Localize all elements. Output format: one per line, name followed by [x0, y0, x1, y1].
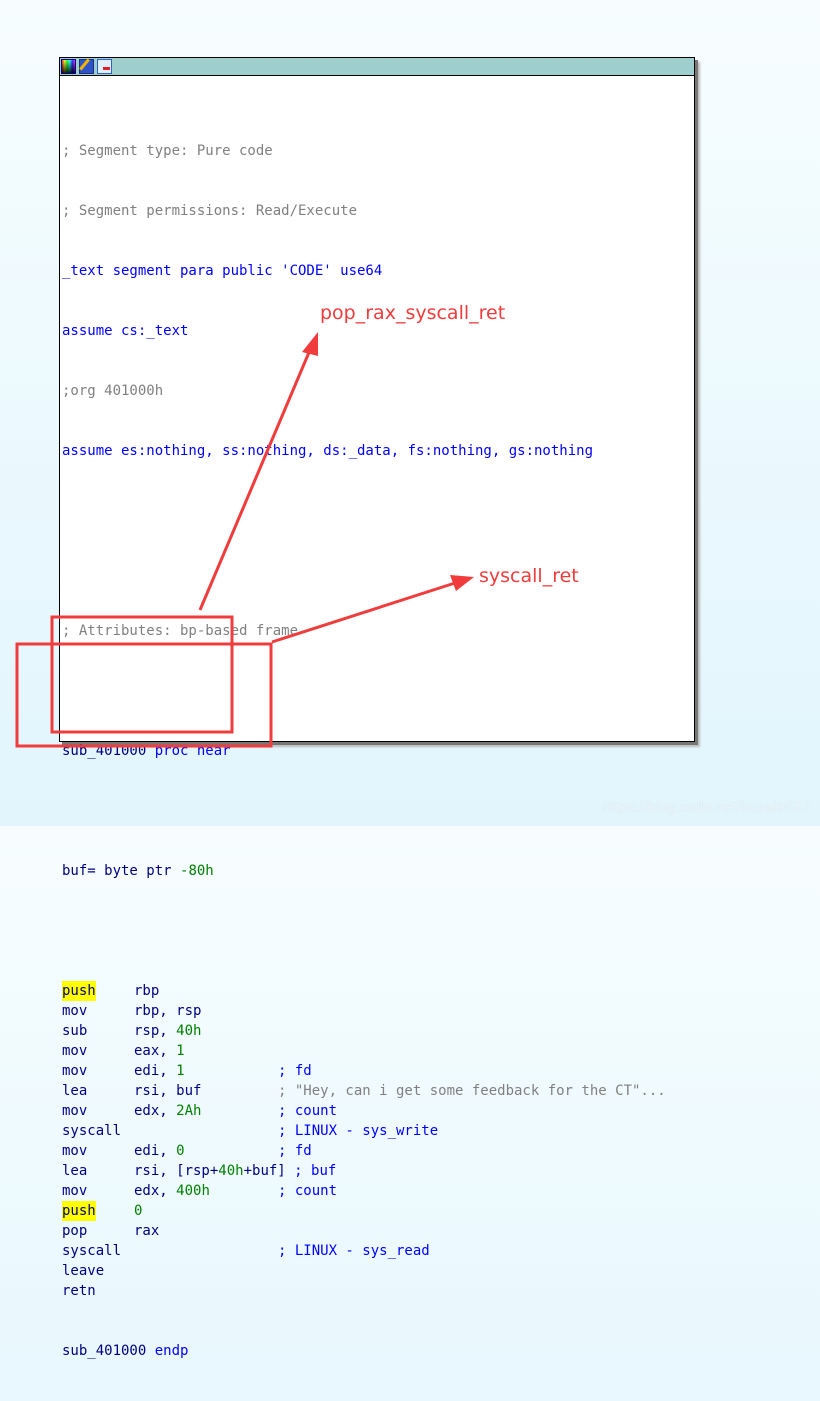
- instruction-operands: edi, 0: [134, 1141, 185, 1161]
- operand-buf: +buf]: [243, 1163, 295, 1179]
- instruction-list: push rbp mov rbp, rsp sub rsp, 40h mov eax, 1 mo…: [62, 981, 666, 1301]
- instruction-mnemonic: retn: [62, 1283, 96, 1299]
- operand-value: 0: [134, 1203, 143, 1219]
- instruction-line[interactable]: push rbp: [62, 981, 593, 1001]
- instruction-comment: ; count: [278, 1103, 338, 1119]
- instruction-mnemonic: push: [62, 1201, 96, 1221]
- instruction-comment: ; fd: [278, 1143, 312, 1159]
- instruction-mnemonic: mov: [62, 1183, 88, 1199]
- instruction-operands: eax, 1: [134, 1041, 185, 1061]
- instruction-comment: ; LINUX - sys_write: [278, 1123, 439, 1139]
- window-toolbar: [60, 58, 694, 76]
- instruction-line[interactable]: syscall ; LINUX - sys_read: [62, 1241, 593, 1261]
- segment-declaration: _text segment para public 'CODE' use64: [62, 263, 383, 279]
- operand-register: rsi, buf: [134, 1083, 202, 1099]
- instruction-mnemonic: sub: [62, 1023, 88, 1039]
- assume-cs: assume cs:_text: [62, 323, 189, 339]
- operand-register: rsp,: [134, 1023, 177, 1039]
- instruction-operands: rbp: [134, 981, 159, 1001]
- org-directive: ;org 401000h: [62, 383, 164, 399]
- instruction-mnemonic: mov: [62, 1143, 88, 1159]
- instruction-line[interactable]: leave: [62, 1261, 593, 1281]
- operand-value: 40h+buf] ; buf: [218, 1163, 336, 1179]
- instruction-operands: rsp, 40h: [134, 1021, 201, 1041]
- operand-register: edi,: [134, 1143, 177, 1159]
- operand-register: rbp, rsp: [134, 1003, 202, 1019]
- proc-end: sub_401000 endp: [62, 1343, 189, 1359]
- operand-register: eax,: [134, 1043, 177, 1059]
- instruction-mnemonic: syscall: [62, 1123, 122, 1139]
- instruction-line[interactable]: retn: [62, 1281, 593, 1301]
- operand-register: edx,: [134, 1103, 177, 1119]
- operand-register: edi,: [134, 1063, 177, 1079]
- operand-value: 400h: [176, 1183, 210, 1199]
- instruction-operands: rax: [134, 1221, 159, 1241]
- instruction-line[interactable]: mov eax, 1: [62, 1041, 593, 1061]
- instruction-mnemonic: mov: [62, 1103, 88, 1119]
- instruction-operands: edx, 2Ah: [134, 1101, 201, 1121]
- instruction-operands: rsi, buf: [134, 1081, 201, 1101]
- assume-segments: assume es:nothing, ss:nothing, ds:_data,…: [62, 443, 594, 459]
- operand-register: edx,: [134, 1183, 177, 1199]
- graph-view-icon[interactable]: [97, 59, 112, 74]
- instruction-line[interactable]: mov edi, 0 ; fd: [62, 1141, 593, 1161]
- operand-value: 1: [176, 1063, 185, 1079]
- instruction-line[interactable]: syscall ; LINUX - sys_write: [62, 1121, 593, 1141]
- instruction-comment: ; count: [278, 1183, 338, 1199]
- instruction-mnemonic: pop: [62, 1223, 88, 1239]
- watermark: https://blog.csdn.net/huzai9527: [602, 799, 810, 816]
- instruction-operands: edx, 400h: [134, 1181, 210, 1201]
- operand-offset: 40h: [218, 1163, 244, 1179]
- instruction-line[interactable]: lea rsi, [rsp+40h+buf] ; buf: [62, 1161, 593, 1181]
- disassembly-listing[interactable]: ; Segment type: Pure code ; Segment perm…: [62, 101, 666, 1401]
- segment-type-comment: ; Segment type: Pure code: [62, 143, 273, 159]
- instruction-line[interactable]: pop rax: [62, 1221, 593, 1241]
- instruction-mnemonic: lea: [62, 1163, 88, 1179]
- edit-pencil-icon[interactable]: [79, 59, 94, 74]
- instruction-operands: edi, 1: [134, 1061, 185, 1081]
- attributes-comment: ; Attributes: bp-based frame: [62, 623, 299, 639]
- operand-comment: ; buf: [294, 1163, 337, 1179]
- annotation-syscall-ret: syscall_ret: [479, 565, 579, 587]
- buf-declaration: buf= byte ptr -80h: [62, 863, 214, 879]
- instruction-mnemonic: lea: [62, 1083, 88, 1099]
- instruction-comment: ; "Hey, can i get some feedback for the …: [278, 1083, 666, 1099]
- instruction-line[interactable]: mov edi, 1 ; fd: [62, 1061, 593, 1081]
- instruction-mnemonic: leave: [62, 1263, 105, 1279]
- instruction-operands: rbp, rsp: [134, 1001, 201, 1021]
- instruction-mnemonic: mov: [62, 1043, 88, 1059]
- operand-register: rsi, [rsp+: [134, 1163, 219, 1179]
- proc-start: sub_401000 proc near: [62, 743, 231, 759]
- instruction-comment: ; LINUX - sys_read: [278, 1243, 430, 1259]
- ida-disassembly-window: ; Segment type: Pure code ; Segment perm…: [59, 57, 695, 1359]
- operand-register: rbp: [134, 983, 160, 999]
- instruction-comment: ; fd: [278, 1063, 312, 1079]
- instruction-mnemonic: syscall: [62, 1243, 122, 1259]
- instruction-mnemonic: mov: [62, 1003, 88, 1019]
- operand-value: 2Ah: [176, 1103, 202, 1119]
- instruction-line[interactable]: mov edx, 400h ; count: [62, 1181, 593, 1201]
- instruction-line[interactable]: mov edx, 2Ah ; count: [62, 1101, 593, 1121]
- annotation-pop-rax-syscall-ret: pop_rax_syscall_ret: [320, 302, 506, 324]
- instruction-mnemonic: push: [62, 981, 96, 1001]
- operand-value: 0: [176, 1143, 185, 1159]
- operand-register: rax: [134, 1223, 160, 1239]
- segment-permissions-comment: ; Segment permissions: Read/Execute: [62, 203, 358, 219]
- operand-value: 40h: [176, 1023, 202, 1039]
- instruction-line[interactable]: sub rsp, 40h: [62, 1021, 593, 1041]
- instruction-line[interactable]: push 0: [62, 1201, 593, 1221]
- instruction-operands: rsi, [rsp+40h+buf] ; buf: [134, 1161, 336, 1181]
- instruction-operands: 0: [134, 1201, 142, 1221]
- instruction-mnemonic: mov: [62, 1063, 88, 1079]
- instruction-line[interactable]: lea rsi, buf ; "Hey, can i get some feedba…: [62, 1081, 666, 1101]
- operand-value: 1: [176, 1043, 185, 1059]
- color-palette-icon[interactable]: [61, 59, 76, 74]
- instruction-line[interactable]: mov rbp, rsp: [62, 1001, 593, 1021]
